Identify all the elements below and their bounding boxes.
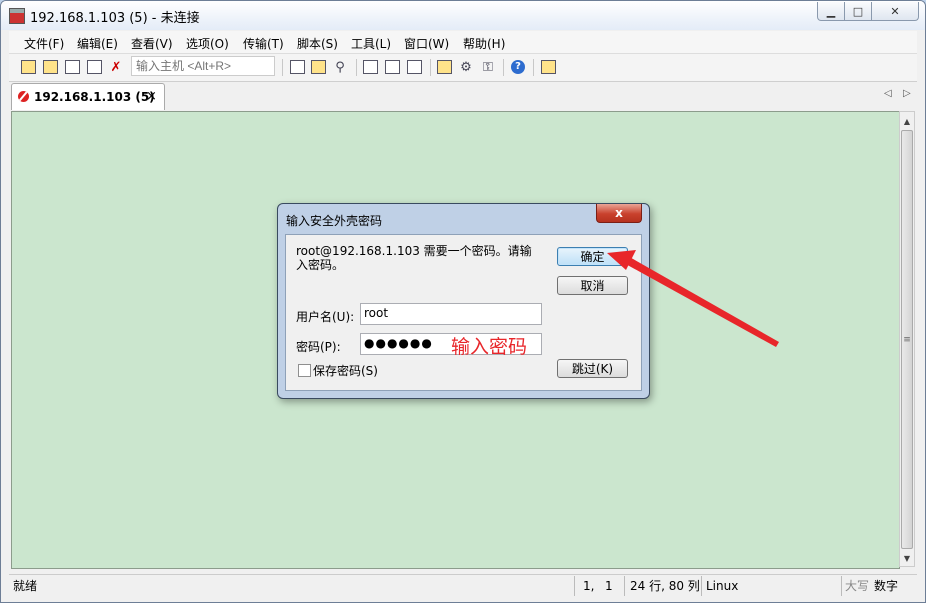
annotation-arrow-shaft	[622, 255, 779, 347]
annotation-arrow	[607, 250, 779, 347]
